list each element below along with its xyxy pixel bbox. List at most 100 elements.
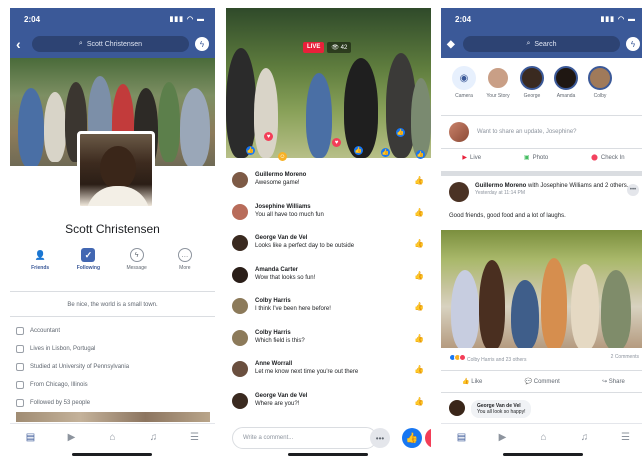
comment-author[interactable]: George Van de Vel (255, 393, 428, 399)
like-icon: 👍 (462, 379, 472, 385)
check-in-button[interactable]: ⬤ Check In (591, 154, 624, 161)
profile-actions: 👤 Friends ✓ Following ϟ Message … More (10, 248, 215, 271)
back-icon[interactable]: ‹ (16, 36, 26, 52)
avatar[interactable] (232, 361, 248, 377)
avatar[interactable] (232, 266, 248, 283)
like-button[interactable]: 👍 Like (462, 378, 482, 385)
friends-button[interactable]: 👤 Friends (20, 248, 60, 272)
notifications-icon[interactable]: ♫ (578, 431, 592, 445)
comment-item: Colby Harris I think I've been here befor… (232, 298, 428, 330)
post-reactions[interactable]: Colby Harris and 23 others 2 Comments (449, 354, 639, 363)
share-icon: ↪ (602, 379, 609, 385)
search-input[interactable]: ⌕ Search (463, 36, 620, 52)
story-item[interactable]: Your Story (485, 66, 511, 112)
comment-author[interactable]: Colby Harris (255, 298, 428, 304)
like-button[interactable]: 👍 (402, 428, 422, 448)
comment-author[interactable]: Guillermo Moreno (255, 172, 428, 178)
story-item[interactable]: George (519, 66, 545, 112)
comment-author[interactable]: George Van de Vel (255, 235, 428, 241)
story-item[interactable]: Colby (587, 66, 613, 112)
home-indicator (288, 453, 368, 456)
avatar[interactable] (232, 235, 248, 251)
comment-input[interactable]: Write a comment... (232, 427, 377, 449)
post-author[interactable]: Guillermo Moreno (475, 183, 526, 189)
info-lives: Lives in Lisbon, Portugal (16, 340, 206, 358)
photo-person (571, 264, 599, 348)
avatar[interactable] (449, 182, 469, 202)
comment-author[interactable]: Amanda Carter (255, 267, 428, 273)
news-feed-icon[interactable]: ▤ (24, 431, 38, 445)
post-time[interactable]: Yesterday at 11:14 PM (475, 190, 628, 196)
info-followers[interactable]: Followed by 53 people (16, 394, 206, 412)
avatar[interactable] (232, 298, 248, 314)
avatar[interactable] (232, 203, 248, 220)
info-from: From Chicago, Illinois (16, 376, 206, 394)
message-button[interactable]: ϟ Message (117, 248, 157, 271)
search-placeholder: Search (534, 40, 557, 48)
graduation-icon (16, 363, 24, 371)
composer-actions: ▶ Live ▣ Photo ⬤ Check In (441, 154, 642, 161)
status-bar: 2:04 ▮▮▮ ◠ ▬ (441, 8, 642, 30)
marketplace-icon[interactable]: ⌂ (537, 431, 551, 445)
marketplace-icon[interactable]: ⌂ (106, 431, 120, 445)
avatar[interactable] (449, 400, 465, 416)
post-photo[interactable] (441, 230, 642, 348)
profile-picture[interactable] (77, 131, 155, 209)
like-icon[interactable]: 👍 (414, 239, 424, 248)
following-button[interactable]: ✓ Following (68, 248, 108, 271)
avatar[interactable] (232, 329, 248, 346)
like-icon[interactable]: 👍 (414, 208, 424, 217)
comment-label: Comment (533, 379, 560, 385)
more-icon[interactable]: ••• (627, 184, 639, 196)
messenger-icon[interactable]: ϟ (626, 37, 640, 51)
comment-text: Where are you?! (255, 400, 300, 407)
notifications-icon[interactable]: ♫ (147, 431, 161, 445)
comment-text: Awesome game! (255, 180, 300, 186)
avatar[interactable] (232, 172, 248, 188)
live-label: Live (470, 155, 482, 161)
comment-author[interactable]: Colby Harris (255, 330, 428, 336)
comment-author[interactable]: Josephine Williams (255, 204, 428, 210)
like-icon[interactable]: 👍 (414, 176, 424, 185)
more-icon[interactable]: ••• (370, 428, 390, 448)
comment-text: Let me know next time you're out there (255, 369, 359, 375)
watch-icon[interactable]: ▶ (65, 431, 79, 445)
watch-icon[interactable]: ▶ (496, 431, 510, 445)
love-button[interactable]: ♥ (425, 428, 431, 448)
live-indicator: LIVE 👁 42 (303, 42, 352, 53)
story-item[interactable]: Amanda (553, 66, 579, 112)
more-button[interactable]: … More (165, 248, 205, 271)
comment-text: Wow that looks so fun! (255, 274, 316, 281)
story-item[interactable]: ◉ Camera (451, 66, 477, 112)
like-icon[interactable]: 👍 (414, 271, 424, 280)
messenger-icon[interactable]: ϟ (195, 37, 209, 51)
comments-count[interactable]: 2 Comments (611, 354, 639, 363)
like-icon[interactable]: 👍 (414, 397, 424, 406)
share-button[interactable]: ↪ Share (602, 378, 625, 385)
avatar[interactable] (232, 392, 248, 409)
like-icon[interactable]: 👍 (414, 334, 424, 343)
viewer-count: 👁 42 (327, 42, 352, 53)
comment-author[interactable]: Anne Worrall (255, 361, 428, 367)
news-feed-icon[interactable]: ▤ (455, 431, 469, 445)
avatar (449, 122, 469, 142)
camera-icon: ◉ (452, 66, 476, 90)
composer[interactable]: Want to share an update, Josephine? (449, 122, 639, 142)
post-header: Guillermo Moreno with Josephine Williams… (449, 182, 639, 202)
comment-item: Josephine Williams You all have too much … (232, 203, 428, 236)
like-icon[interactable]: 👍 (414, 365, 424, 374)
search-input[interactable]: ⌕ Scott Christensen (32, 36, 189, 52)
menu-icon[interactable]: ☰ (619, 431, 633, 445)
comment-button[interactable]: 💬 Comment (525, 378, 560, 385)
camera-icon[interactable]: ◆ (447, 39, 457, 50)
comment-item: Anne Worrall Let me know next time you're… (232, 361, 428, 393)
photo-strip[interactable] (16, 412, 210, 422)
menu-icon[interactable]: ☰ (188, 431, 202, 445)
divider (441, 115, 642, 116)
like-icon: 👍 (416, 150, 425, 159)
photo-button[interactable]: ▣ Photo (524, 154, 548, 161)
rss-icon: ✓ (81, 248, 96, 262)
post-actions: 👍 Like 💬 Comment ↪ Share (441, 378, 642, 385)
like-icon[interactable]: 👍 (414, 302, 424, 311)
live-button[interactable]: ▶ Live (462, 154, 481, 161)
